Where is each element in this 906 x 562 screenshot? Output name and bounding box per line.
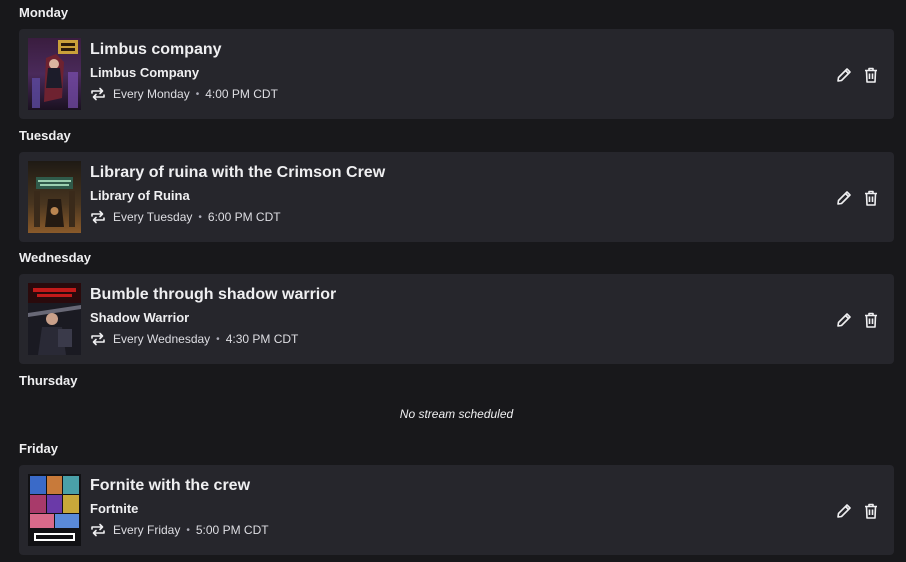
day-heading-friday: Friday [19, 441, 59, 456]
boxart-shadow-warrior [28, 283, 81, 355]
stream-title: Limbus company [90, 41, 222, 58]
boxart-limbus-company [28, 38, 81, 110]
delete-button[interactable] [862, 311, 880, 329]
boxart-library-of-ruina [28, 161, 81, 233]
edit-button[interactable] [835, 311, 853, 329]
edit-button[interactable] [835, 189, 853, 207]
separator-dot: • [186, 524, 190, 536]
delete-button[interactable] [862, 66, 880, 84]
recurrence-info: Every Friday • 5:00 PM CDT [90, 523, 269, 537]
separator-dot: • [216, 333, 220, 345]
stream-time: 6:00 PM CDT [207, 210, 281, 224]
day-heading-thursday: Thursday [19, 373, 78, 388]
delete-button[interactable] [862, 502, 880, 520]
weekly-schedule: Monday Limbus company Limbus Company Eve… [0, 0, 906, 562]
repeat-icon [91, 523, 105, 537]
schedule-card-wednesday[interactable]: Bumble through shadow warrior Shadow War… [19, 274, 894, 364]
boxart-fortnite [28, 474, 81, 546]
edit-button[interactable] [835, 502, 853, 520]
schedule-card-tuesday[interactable]: Library of ruina with the Crimson Crew L… [19, 152, 894, 242]
separator-dot: • [198, 211, 202, 223]
recurrence-label: Every Monday [113, 87, 190, 101]
stream-title: Bumble through shadow warrior [90, 286, 337, 303]
stream-time: 5:00 PM CDT [195, 523, 269, 537]
day-heading-wednesday: Wednesday [19, 250, 92, 265]
game-name[interactable]: Shadow Warrior [90, 310, 189, 325]
stream-title: Library of ruina with the Crimson Crew [90, 164, 386, 181]
game-name[interactable]: Fortnite [90, 501, 138, 516]
stream-time: 4:00 PM CDT [205, 87, 278, 101]
repeat-icon [91, 332, 105, 346]
schedule-card-friday[interactable]: Fornite with the crew Fortnite Every Fri… [19, 465, 894, 555]
recurrence-info: Every Tuesday • 6:00 PM CDT [90, 210, 281, 224]
stream-title: Fornite with the crew [90, 477, 251, 494]
day-heading-monday: Monday [19, 5, 69, 20]
day-heading-tuesday: Tuesday [19, 128, 71, 143]
repeat-icon [91, 210, 105, 224]
recurrence-label: Every Wednesday [113, 332, 211, 346]
game-name[interactable]: Limbus Company [90, 65, 199, 80]
stream-time: 4:30 PM CDT [225, 332, 299, 346]
game-name[interactable]: Library of Ruina [90, 188, 190, 203]
edit-button[interactable] [835, 66, 853, 84]
recurrence-info: Every Wednesday • 4:30 PM CDT [90, 332, 298, 346]
recurrence-label: Every Tuesday [113, 210, 193, 224]
separator-dot: • [195, 88, 200, 100]
repeat-icon [91, 87, 105, 101]
no-stream-message: No stream scheduled [399, 407, 514, 421]
recurrence-label: Every Friday [113, 523, 181, 537]
schedule-card-monday[interactable]: Limbus company Limbus Company Every Mond… [19, 29, 894, 119]
recurrence-info: Every Monday • 4:00 PM CDT [90, 87, 278, 101]
delete-button[interactable] [862, 189, 880, 207]
